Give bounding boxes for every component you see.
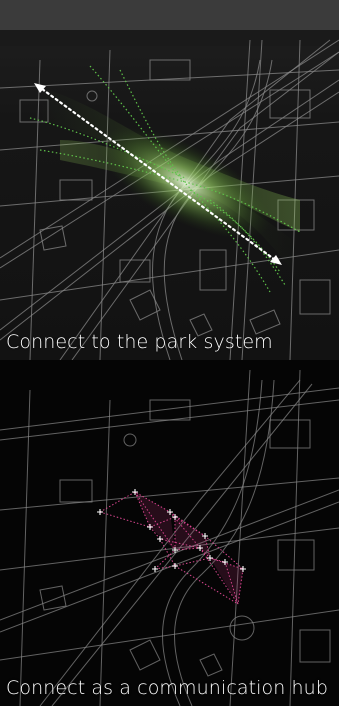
communication-hub-caption: Connect as a communication hub [6,677,328,699]
hub-network [99,491,244,605]
park-system-panel: Connect to the park system [0,0,339,360]
sky-band [0,0,339,34]
hub-network-fill [135,492,243,604]
communication-hub-map [0,369,339,706]
communication-hub-panel: Connect as a communication hub [0,360,339,706]
park-system-map [0,0,339,360]
park-system-caption: Connect to the park system [6,331,273,353]
road-band [0,30,339,46]
